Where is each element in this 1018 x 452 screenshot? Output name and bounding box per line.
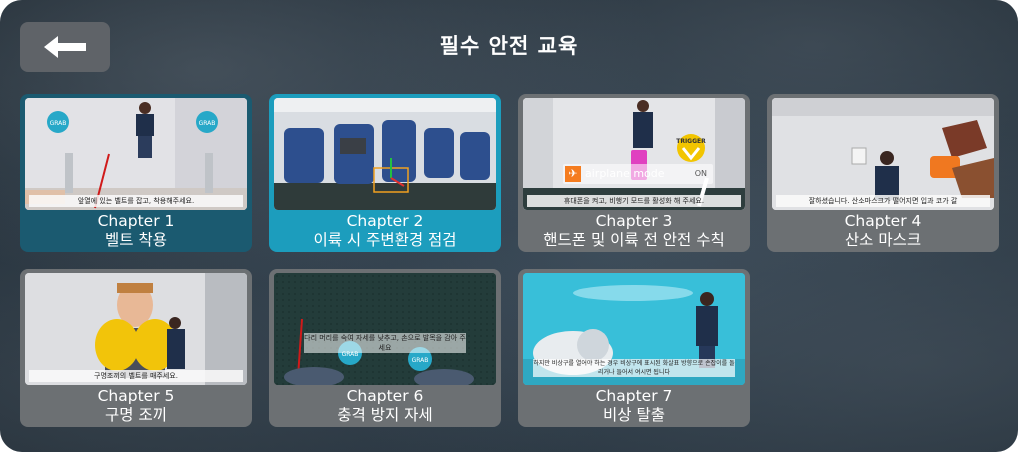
chapter-thumbnail xyxy=(274,98,496,210)
chapter-name: 핸드폰 및 이륙 전 안전 수칙 xyxy=(543,231,725,249)
chapter-subtitle: 앞열에 있는 벨트를 잡고, 착용해주세요. xyxy=(29,195,243,207)
cabin-scene-image: GRAB GRAB xyxy=(25,98,247,210)
chapter-number: Chapter 5 xyxy=(97,387,175,405)
chapter-number: Chapter 6 xyxy=(346,387,424,405)
chapter-subtitle: 다리 머리를 숙여 자세를 낮추고, 손으로 발목을 감아 주세요 xyxy=(304,333,466,353)
chapter-card-6[interactable]: GRAB GRAB 다리 머리를 숙여 자세를 낮추고, 손으로 발목을 감아 … xyxy=(269,269,501,427)
chapter-name: 이륙 시 주변환경 점검 xyxy=(313,231,457,249)
chapter-name: 산소 마스크 xyxy=(844,231,922,249)
app-panel: 필수 안전 교육 GRAB GRAB 앞열에 있는 벨트를 잡고, 착용해주세요… xyxy=(0,0,1018,452)
airplane-mode-banner: ✈ airplane mode ON xyxy=(563,164,713,184)
seats-scene-image xyxy=(274,98,496,210)
chapter-number: Chapter 7 xyxy=(595,387,673,405)
chapter-subtitle: 휴대폰을 켜고, 비행기 모드를 활성화 해 주세요. xyxy=(527,195,741,207)
chapter-thumbnail: GRAB GRAB 다리 머리를 숙여 자세를 낮추고, 손으로 발목을 감아 … xyxy=(274,273,496,385)
airplane-icon: ✈ xyxy=(565,166,581,182)
chapter-card-3[interactable]: ✈ airplane mode ON TRIGGER 휴대폰을 켜고, 비행기 … xyxy=(518,94,750,252)
page-title: 필수 안전 교육 xyxy=(439,34,579,58)
chapter-card-1[interactable]: GRAB GRAB 앞열에 있는 벨트를 잡고, 착용해주세요. Chapter… xyxy=(20,94,252,252)
chapter-name: 비상 탈출 xyxy=(603,406,665,424)
airplane-mode-label: airplane mode xyxy=(585,167,665,180)
chapter-subtitle: 하지만 비상구를 열어야 하는 경우 비상구에 표시된 화살표 방향으로 손잡이… xyxy=(533,359,735,377)
chapter-name: 벨트 착용 xyxy=(105,231,167,249)
chapter-name: 충격 방지 자세 xyxy=(337,406,433,424)
chapter-number: Chapter 3 xyxy=(595,212,673,230)
oxygen-mask-scene-image xyxy=(772,98,994,210)
grab-badge-right: GRAB xyxy=(412,357,429,364)
chapter-number: Chapter 2 xyxy=(346,212,424,230)
chapter-number: Chapter 4 xyxy=(844,212,922,230)
chapter-thumbnail: ✈ airplane mode ON TRIGGER 휴대폰을 켜고, 비행기 … xyxy=(523,98,745,210)
chapter-thumbnail: 잘하셨습니다. 산소마스크가 떨어지면 입과 코가 갈 xyxy=(772,98,994,210)
chapter-thumbnail: 하지만 비상구를 열어야 하는 경우 비상구에 표시된 화살표 방향으로 손잡이… xyxy=(523,273,745,385)
chapter-card-7[interactable]: 하지만 비상구를 열어야 하는 경우 비상구에 표시된 화살표 방향으로 손잡이… xyxy=(518,269,750,427)
chapter-thumbnail: 구명조끼의 벨트를 매주세요. xyxy=(25,273,247,385)
chapter-number: Chapter 1 xyxy=(97,212,175,230)
brace-position-scene-image: GRAB GRAB xyxy=(274,273,496,385)
chapter-card-5[interactable]: 구명조끼의 벨트를 매주세요. Chapter 5 구명 조끼 xyxy=(20,269,252,427)
toggle-label: ON xyxy=(694,169,707,178)
chapter-subtitle: 잘하셨습니다. 산소마스크가 떨어지면 입과 코가 갈 xyxy=(776,195,990,207)
chapter-card-4[interactable]: 잘하셨습니다. 산소마스크가 떨어지면 입과 코가 갈 Chapter 4 산소… xyxy=(767,94,999,252)
phone-scene-image xyxy=(523,98,745,210)
life-vest-scene-image xyxy=(25,273,247,385)
chapter-thumbnail: GRAB GRAB 앞열에 있는 벨트를 잡고, 착용해주세요. xyxy=(25,98,247,210)
grab-badge-right: GRAB xyxy=(199,120,216,127)
chapter-subtitle: 구명조끼의 벨트를 매주세요. xyxy=(29,370,243,382)
trigger-badge: TRIGGER xyxy=(676,138,706,145)
chapter-name: 구명 조끼 xyxy=(105,406,167,424)
grab-badge-left: GRAB xyxy=(50,120,67,127)
chapter-card-2[interactable]: Chapter 2 이륙 시 주변환경 점검 xyxy=(269,94,501,252)
